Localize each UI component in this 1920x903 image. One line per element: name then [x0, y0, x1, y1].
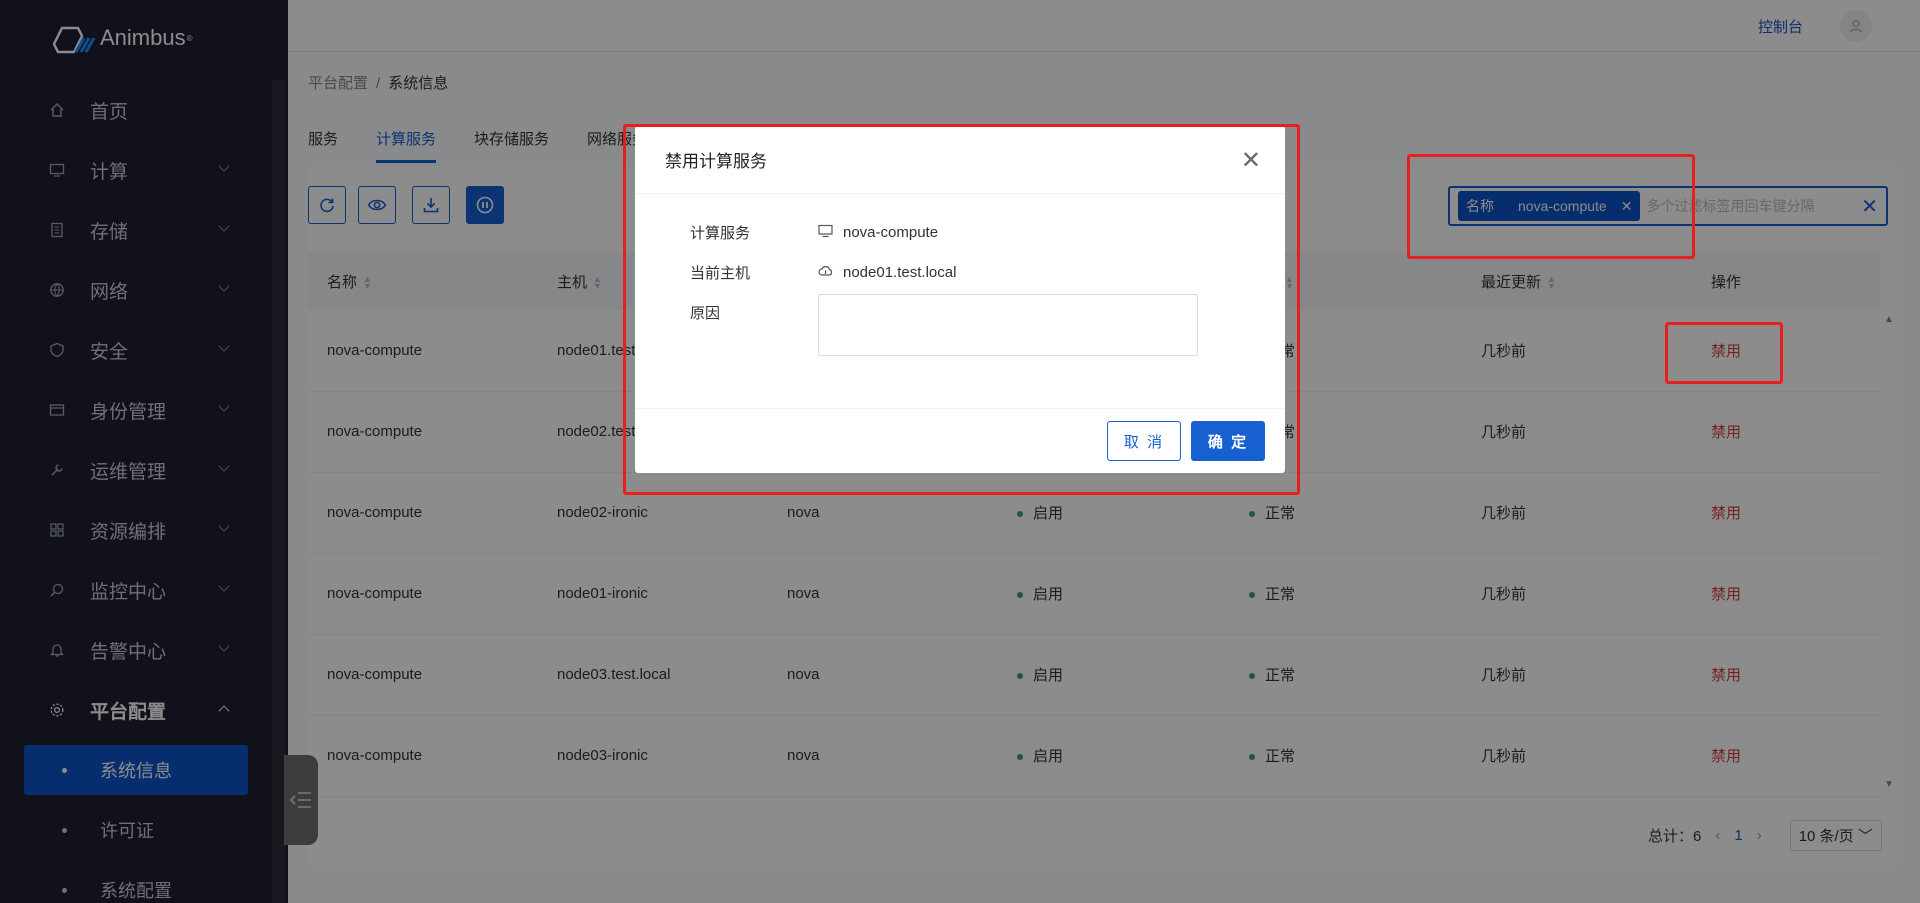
highlight-box-disable-action	[1665, 322, 1783, 384]
highlight-box-dialog	[623, 124, 1300, 495]
highlight-box-filter	[1407, 154, 1695, 259]
